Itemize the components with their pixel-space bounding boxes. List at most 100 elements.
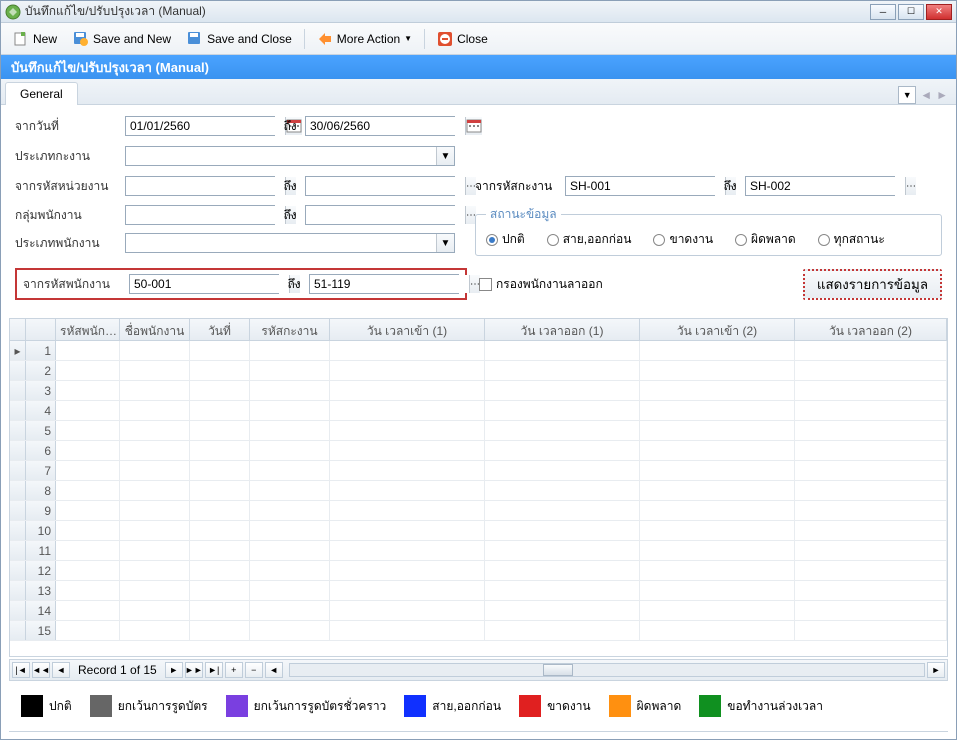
emp-to-field[interactable] [314, 275, 469, 293]
nav-last-button[interactable]: ►| [205, 662, 223, 678]
nav-scrollbar[interactable] [289, 663, 925, 677]
legend-swatch [226, 695, 248, 717]
shift-to-field[interactable] [750, 177, 905, 195]
emp-type-field[interactable] [130, 234, 436, 252]
shift-to-input[interactable]: ⋯ [745, 176, 895, 196]
emp-from-input[interactable]: ⋯ [129, 274, 279, 294]
nav-prev-button[interactable]: ◄ [52, 662, 70, 678]
to-date-input[interactable] [305, 116, 455, 136]
more-action-button[interactable]: More Action ▼ [311, 29, 418, 49]
dept-to-field[interactable] [310, 177, 465, 195]
grid-col-empcode[interactable]: รหัสพนัก… [56, 319, 120, 340]
dept-from-field[interactable] [130, 177, 285, 195]
row-number: 5 [26, 421, 56, 440]
emp-to-input[interactable]: ⋯ [309, 274, 459, 294]
emp-from-field[interactable] [134, 275, 289, 293]
minimize-button[interactable]: ─ [870, 4, 896, 20]
table-row[interactable]: 2 [10, 361, 947, 381]
from-date-input[interactable] [125, 116, 275, 136]
table-row[interactable]: 13 [10, 581, 947, 601]
more-action-label: More Action [337, 32, 400, 46]
table-row[interactable]: 10 [10, 521, 947, 541]
calendar-icon[interactable] [465, 117, 482, 135]
filter-resigned-checkbox[interactable]: กรองพนักงานลาออก [479, 275, 603, 294]
to-date-field[interactable] [310, 117, 465, 135]
grid-body[interactable]: ▸123456789101112131415 [10, 341, 947, 656]
table-row[interactable]: 6 [10, 441, 947, 461]
legend-label: ยกเว้นการรูดบัตรชั่วคราว [254, 697, 387, 716]
nav-scroll-thumb[interactable] [543, 664, 573, 676]
nav-next-button[interactable]: ► [165, 662, 183, 678]
emp-type-select[interactable]: ▼ [125, 233, 455, 253]
emp-group-from-input[interactable]: ⋯ [125, 205, 275, 225]
status-late-radio[interactable]: สาย,ออกก่อน [547, 230, 632, 249]
status-error-radio[interactable]: ผิดพลาด [735, 230, 796, 249]
data-grid: รหัสพนัก… ชื่อพนักงาน วันที่ รหัสกะงาน ว… [9, 318, 948, 657]
shift-from-field[interactable] [570, 177, 725, 195]
table-row[interactable]: 14 [10, 601, 947, 621]
nav-first-button[interactable]: |◄ [12, 662, 30, 678]
dropdown-icon[interactable]: ▼ [436, 147, 454, 165]
grid-col-empname[interactable]: ชื่อพนักงาน [120, 319, 190, 340]
table-row[interactable]: 7 [10, 461, 947, 481]
nav-scroll-left-button[interactable]: ◄ [265, 662, 283, 678]
nav-scroll-right-button[interactable]: ► [927, 662, 945, 678]
status-all-radio[interactable]: ทุกสถานะ [818, 230, 885, 249]
grid-col-timeout2[interactable]: วัน เวลาออก (2) [795, 319, 947, 340]
emp-group-from-field[interactable] [130, 206, 285, 224]
emp-group-to-input[interactable]: ⋯ [305, 205, 455, 225]
grid-col-shiftcode[interactable]: รหัสกะงาน [250, 319, 330, 340]
legend-swatch [699, 695, 721, 717]
from-date-field[interactable] [130, 117, 285, 135]
close-button[interactable]: Close [431, 29, 494, 49]
new-button[interactable]: New [7, 29, 63, 49]
shift-from-input[interactable]: ⋯ [565, 176, 715, 196]
nav-next-page-button[interactable]: ►► [185, 662, 203, 678]
tab-next-icon[interactable]: ► [936, 88, 948, 102]
legend-label: สาย,ออกก่อน [432, 697, 501, 716]
grid-col-date[interactable]: วันที่ [190, 319, 250, 340]
status-normal-radio[interactable]: ปกติ [486, 230, 525, 249]
table-row[interactable]: 4 [10, 401, 947, 421]
show-data-button[interactable]: แสดงรายการข้อมูล [803, 269, 942, 300]
status-error-label: ผิดพลาด [751, 230, 796, 249]
tab-general[interactable]: General [5, 82, 78, 105]
to-label-4: ถึง [275, 206, 305, 225]
table-row[interactable]: 12 [10, 561, 947, 581]
table-row[interactable]: 3 [10, 381, 947, 401]
legend-swatch [404, 695, 426, 717]
tab-prev-icon[interactable]: ◄ [920, 88, 932, 102]
dropdown-icon[interactable]: ▼ [436, 234, 454, 252]
row-indicator [10, 561, 26, 580]
filter-resigned-label: กรองพนักงานลาออก [496, 275, 603, 294]
dept-from-input[interactable]: ⋯ [125, 176, 275, 196]
save-and-close-button[interactable]: Save and Close [181, 29, 298, 49]
emp-group-to-field[interactable] [310, 206, 465, 224]
nav-add-button[interactable]: + [225, 662, 243, 678]
table-row[interactable]: 8 [10, 481, 947, 501]
nav-prev-page-button[interactable]: ◄◄ [32, 662, 50, 678]
shift-type-field[interactable] [130, 147, 436, 165]
status-absent-radio[interactable]: ขาดงาน [653, 230, 713, 249]
dept-to-input[interactable]: ⋯ [305, 176, 455, 196]
app-window: บันทึกแก้ไข/ปรับปรุงเวลา (Manual) ─ ☐ ✕ … [0, 0, 957, 740]
grid-col-timein2[interactable]: วัน เวลาเข้า (2) [640, 319, 795, 340]
lookup-icon[interactable]: ⋯ [905, 177, 916, 195]
grid-col-timein1[interactable]: วัน เวลาเข้า (1) [330, 319, 485, 340]
window-title: บันทึกแก้ไข/ปรับปรุงเวลา (Manual) [25, 2, 870, 21]
row-indicator [10, 581, 26, 600]
shift-type-select[interactable]: ▼ [125, 146, 455, 166]
status-absent-label: ขาดงาน [669, 230, 713, 249]
tab-menu-button[interactable]: ▼ [898, 86, 916, 104]
maximize-button[interactable]: ☐ [898, 4, 924, 20]
from-date-label: จากวันที่ [15, 117, 125, 136]
table-row[interactable]: 11 [10, 541, 947, 561]
grid-col-timeout1[interactable]: วัน เวลาออก (1) [485, 319, 640, 340]
table-row[interactable]: ▸1 [10, 341, 947, 361]
table-row[interactable]: 9 [10, 501, 947, 521]
save-and-new-button[interactable]: Save and New [67, 29, 177, 49]
table-row[interactable]: 5 [10, 421, 947, 441]
close-window-button[interactable]: ✕ [926, 4, 952, 20]
nav-delete-button[interactable]: − [245, 662, 263, 678]
table-row[interactable]: 15 [10, 621, 947, 641]
